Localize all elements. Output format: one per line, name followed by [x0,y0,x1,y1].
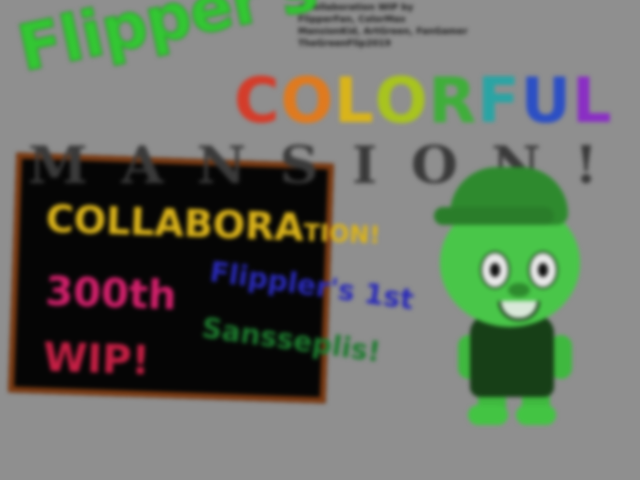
title-letter: O [280,64,335,137]
credits-text: A collaboration WIP by FlipperFan, Color… [298,2,538,50]
character-foot-left [468,405,508,425]
title-letter: O [374,64,429,137]
title-letter: L [571,64,613,137]
title-screen: A collaboration WIP by FlipperFan, Color… [0,0,640,480]
pupil [490,263,500,277]
mansion-letter: N [196,134,247,196]
title-letter: C [234,64,281,137]
board-300th: 300th [44,268,178,320]
green-character [430,165,600,430]
mansion-letter: M [28,134,88,196]
pupil [538,263,548,277]
credit-line: FlipperFan, ColorMax [298,15,406,25]
character-eye-left [480,251,510,289]
credit-line: TheGreenFlip2019 [298,39,391,49]
title-letter: U [520,64,572,137]
credit-line: A collaboration WIP by [298,3,414,13]
board-collab-tail: TION! [303,218,381,250]
character-foot-right [516,405,556,425]
character-cap-brim [434,207,554,225]
credit-line: MansionKid, ArtGreen, FanGamer [298,27,468,37]
character-shirt [470,315,554,397]
mansion-letter: A [121,134,164,196]
mansion-letter: I [352,134,378,196]
character-mouth [498,301,540,321]
title-letter: L [334,64,375,137]
character-nose [508,283,530,297]
title-colorful: COLORFUL [234,70,612,132]
board-collab-main: COLLABORA [45,196,305,250]
mansion-letter: S [279,134,319,196]
board-wip: WIP! [42,334,151,385]
character-eye-right [528,251,558,289]
title-letter: F [477,64,521,137]
title-letter: R [428,64,478,137]
board-collaboration: COLLABORATION! [45,196,381,250]
